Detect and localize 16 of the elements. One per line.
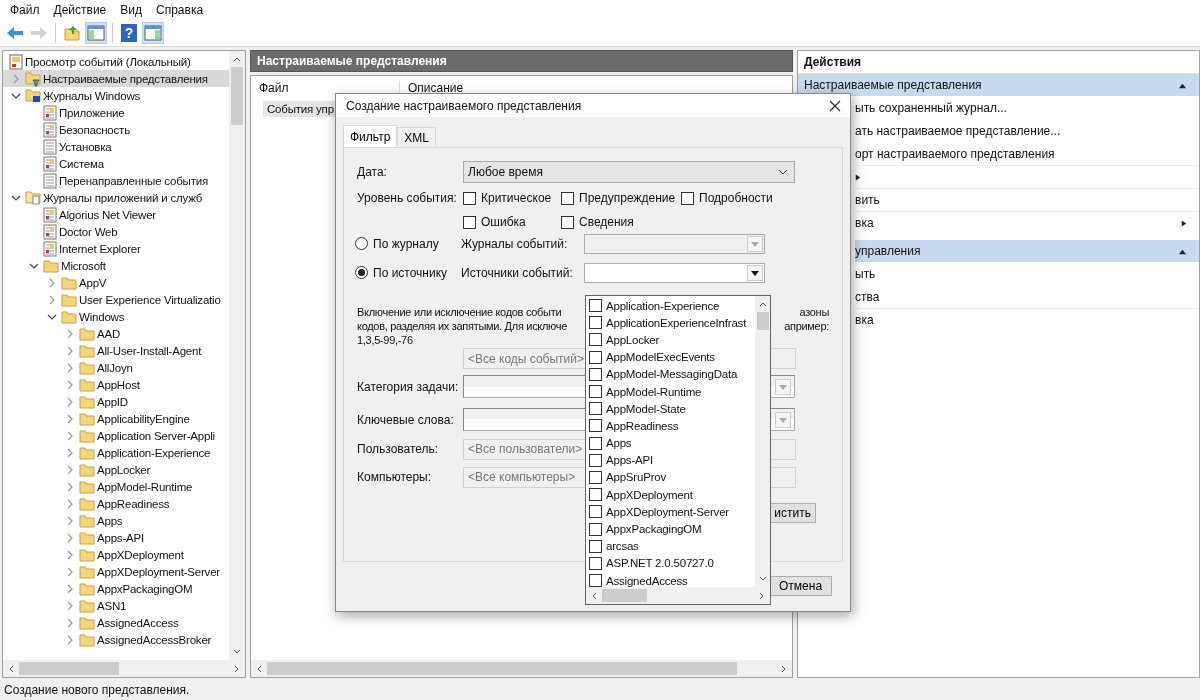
hint-text: 1,3,5-99,-76 <box>357 333 413 347</box>
dialog-title: Создание настраиваемого представления <box>346 98 582 113</box>
field-label: Категория задачи: <box>357 379 460 394</box>
status-text: Создание нового представления. <box>3 682 190 699</box>
field-label: Дата: <box>357 165 388 179</box>
pane-title: Настраиваемые представления <box>250 50 793 72</box>
field-label: Журналы событий: <box>461 236 569 251</box>
hint-text: кодов, разделяя их запятыми. Для исключе <box>357 319 568 333</box>
hint-text: Включение или исключение кодов событи <box>357 305 562 319</box>
field-label: Пользователь: <box>357 442 440 456</box>
hint-text: азоны <box>799 305 829 319</box>
field-label: Уровень события: <box>357 191 458 205</box>
hint-text: апример: <box>784 319 829 333</box>
field-label: Ключевые слова: <box>357 412 455 427</box>
field-label: Источники событий: <box>461 265 574 280</box>
field-label: Компьютеры: <box>357 470 433 484</box>
